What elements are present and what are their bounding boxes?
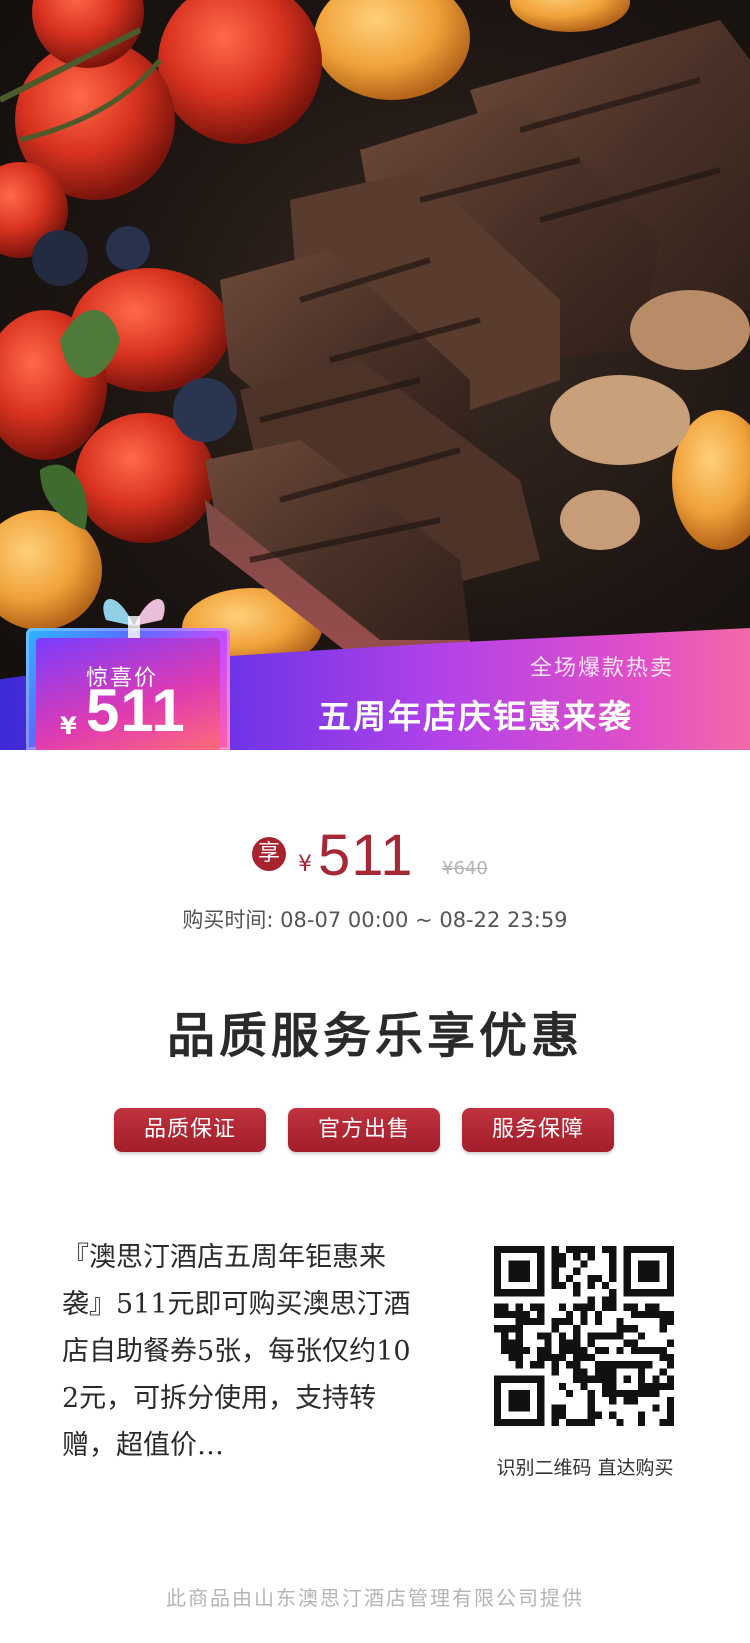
badge-currency: ¥: [60, 712, 77, 740]
member-price-badge: 享: [252, 837, 286, 871]
price-currency: ¥: [298, 852, 312, 877]
badge-price: 511: [86, 677, 186, 744]
current-price: 511: [318, 823, 414, 888]
purchase-time: 购买时间: 08-07 00:00 ~ 08-22 23:59: [182, 908, 568, 932]
gift-bow-icon: [103, 598, 165, 638]
original-price: ¥640: [442, 858, 488, 879]
provider-footer: 此商品由山东澳思汀酒店管理有限公司提供: [166, 1586, 584, 1610]
banner-title: 五周年店庆钜惠来袭: [318, 697, 633, 736]
tag-quality-guarantee: 品质保证: [114, 1108, 266, 1152]
section-heading: 品质服务乐享优惠: [166, 1008, 583, 1064]
price-row: 享 ¥ 511 ¥640: [0, 822, 750, 892]
qr-caption: 识别二维码 直达购买: [496, 1457, 674, 1479]
banner-subtitle: 全场爆款热卖: [530, 656, 675, 681]
feature-tags: 品质保证 官方出售 服务保障: [0, 1108, 750, 1152]
product-description: 『澳思汀酒店五周年钜惠来袭』511元即可购买澳思汀酒店自助餐券5张，每张仅约10…: [62, 1242, 411, 1461]
tag-service-guarantee: 服务保障: [462, 1108, 614, 1152]
tag-official-sale: 官方出售: [288, 1108, 440, 1152]
qr-code-icon[interactable]: [494, 1246, 674, 1426]
